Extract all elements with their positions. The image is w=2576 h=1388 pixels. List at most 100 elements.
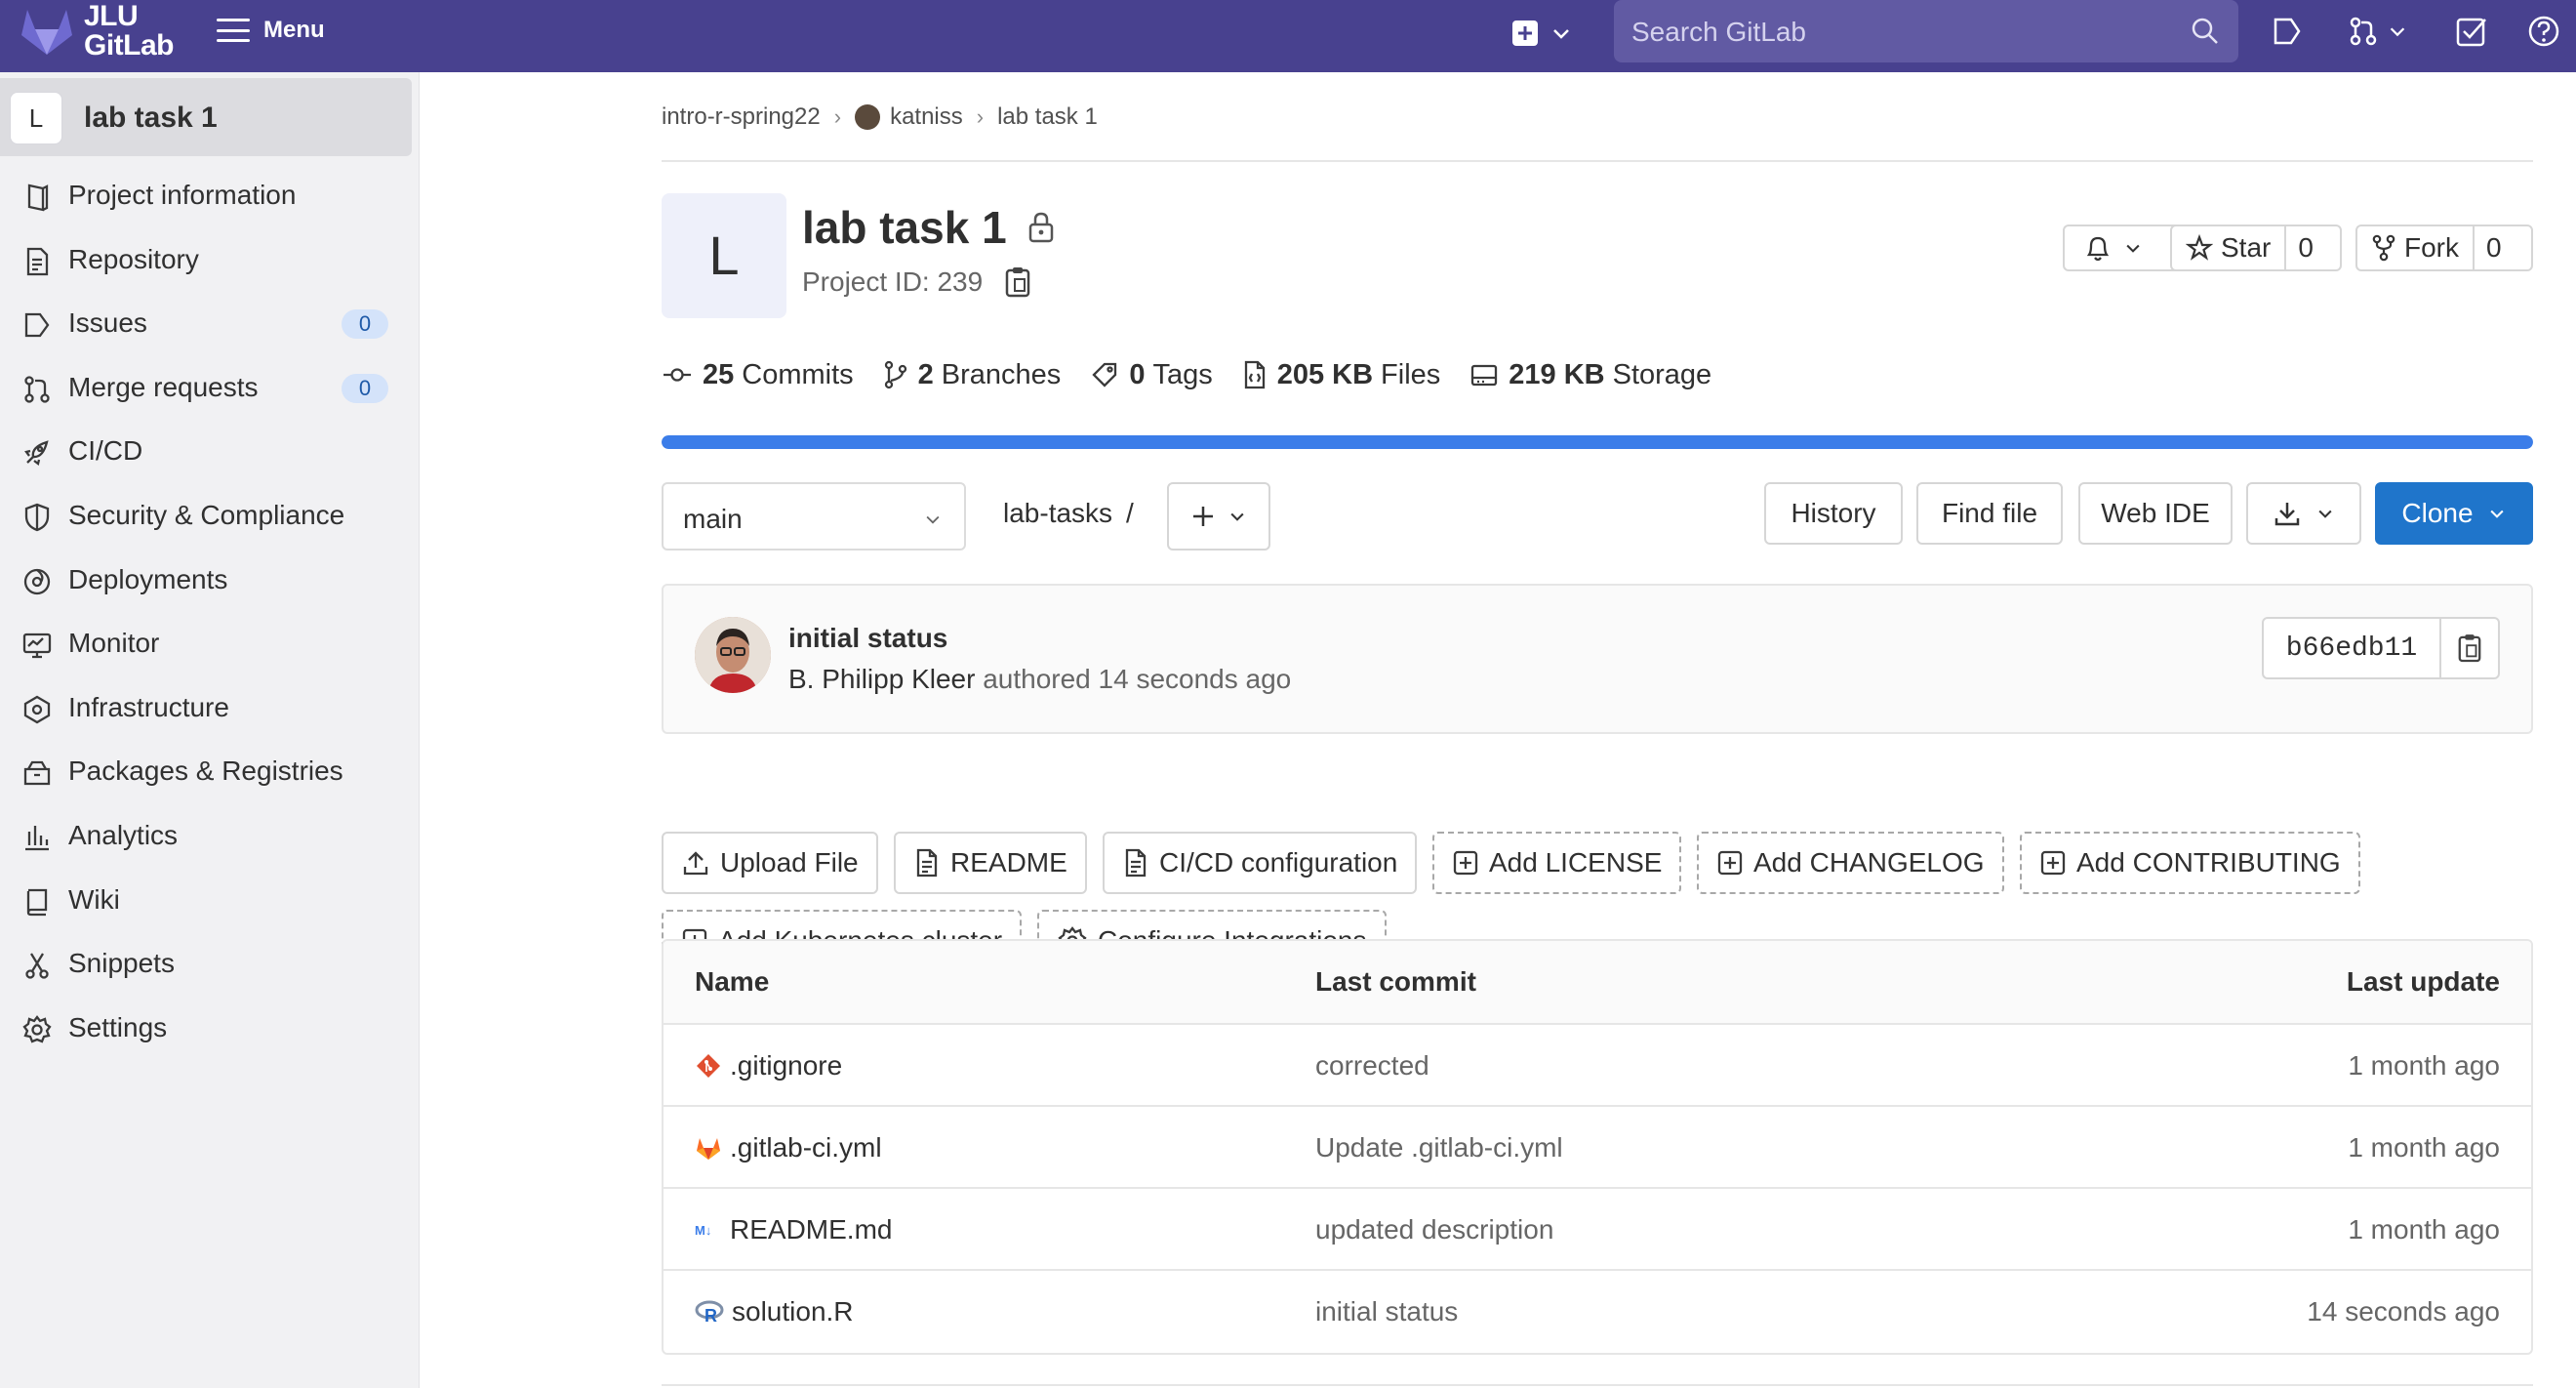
commit-icon — [662, 365, 703, 385]
table-row[interactable]: M↓ README.md updated description 1 month ag… — [664, 1189, 2531, 1271]
sidebar-item-ci-cd[interactable]: CI/CD — [0, 422, 420, 480]
commit-message[interactable]: initial status — [788, 623, 947, 654]
stat-commits[interactable]: 25 Commits — [662, 359, 854, 391]
breadcrumb-user[interactable]: katniss — [890, 103, 963, 131]
stat-branches[interactable]: 2 Branches — [883, 358, 1061, 391]
quick-action-label: Upload File — [720, 847, 859, 878]
help-topbar-button[interactable] — [2527, 14, 2560, 49]
gear-icon — [21, 1014, 53, 1045]
sidebar-item-infrastructure[interactable]: Infrastructure — [0, 678, 420, 737]
sidebar-item-label: Packages & Registries — [68, 755, 343, 787]
commit-meta: authored 14 seconds ago — [983, 664, 1292, 694]
plus-square-icon — [1452, 849, 1489, 877]
search-input[interactable]: Search GitLab — [1614, 0, 2238, 62]
file-name: .gitlab-ci.yml — [730, 1132, 882, 1163]
download-button[interactable] — [2246, 482, 2361, 545]
clone-button[interactable]: Clone — [2375, 482, 2533, 545]
sidebar-item-repository[interactable]: Repository — [0, 230, 420, 289]
file-last-update: 1 month ago — [2348, 1050, 2500, 1081]
sidebar-item-packages-registries[interactable]: Packages & Registries — [0, 742, 420, 800]
sidebar-item-label: Monitor — [68, 628, 160, 659]
copy-sha-button[interactable] — [2441, 619, 2498, 677]
history-button[interactable]: History — [1764, 482, 1903, 545]
file-last-commit[interactable]: Update .gitlab-ci.yml — [1315, 1132, 1563, 1163]
merge-requests-topbar-button[interactable] — [2348, 14, 2408, 49]
stat-label: Files — [1381, 358, 1441, 390]
table-row[interactable]: .gitlab-ci.yml Update .gitlab-ci.yml 1 mon… — [664, 1107, 2531, 1189]
commit-author[interactable]: B. Philipp Kleer — [788, 664, 975, 694]
file-name-cell[interactable]: Rsolution.R — [695, 1296, 854, 1327]
sidebar-item-settings[interactable]: Settings — [0, 999, 420, 1057]
breadcrumb-separator-icon: › — [976, 104, 985, 129]
file-last-commit[interactable]: initial status — [1315, 1296, 1458, 1327]
file-name-cell[interactable]: .gitlab-ci.yml — [695, 1132, 882, 1163]
add-changelog-button[interactable]: Add CHANGELOG — [1697, 832, 2004, 894]
file-tree-table: Name Last commit Last update .gitignore c… — [662, 939, 2533, 1355]
star-button[interactable]: Star 0 — [2170, 225, 2342, 271]
file-name: README.md — [730, 1214, 893, 1245]
branch-selector[interactable]: main — [662, 482, 966, 551]
shield-icon — [21, 502, 53, 533]
user-avatar — [855, 104, 881, 130]
page-title: lab task 1 — [802, 202, 1007, 253]
sidebar-item-label: Deployments — [68, 563, 228, 594]
repo-path: lab-tasks / — [1003, 498, 1134, 529]
stat-storage[interactable]: 219 KB Storage — [1469, 359, 1711, 391]
sidebar-item-label: CI/CD — [68, 435, 143, 467]
book-icon — [21, 886, 53, 918]
stat-value: 2 — [917, 358, 934, 390]
add-to-tree-button[interactable] — [1167, 482, 1270, 551]
sidebar-item-snippets[interactable]: Snippets — [0, 934, 420, 993]
commit-sha[interactable]: b66edb11 — [2264, 619, 2441, 677]
add-license-button[interactable]: Add LICENSE — [1432, 832, 1682, 894]
sidebar-item-issues[interactable]: Issues 0 — [0, 294, 420, 352]
gitlab-logo[interactable]: JLU GitLab — [20, 2, 205, 66]
sidebar-item-merge-requests[interactable]: Merge requests 0 — [0, 358, 420, 417]
col-header-name: Name — [695, 966, 770, 997]
stat-files[interactable]: 205 KB Files — [1242, 358, 1441, 391]
sidebar-item-project-information[interactable]: Project information — [0, 166, 420, 225]
web-ide-button[interactable]: Web IDE — [2078, 482, 2233, 545]
fork-button[interactable]: Fork 0 — [2355, 225, 2533, 271]
find-file-button[interactable]: Find file — [1916, 482, 2063, 545]
stat-label: Storage — [1612, 358, 1712, 390]
upload-file-button[interactable]: Upload File — [662, 832, 878, 894]
new-dropdown-button[interactable] — [1510, 16, 1573, 51]
storage-icon — [1469, 360, 1509, 389]
table-row[interactable]: Rsolution.R initial status 14 seconds ago — [664, 1271, 2531, 1353]
copy-clipboard-icon[interactable] — [1004, 265, 1031, 299]
sidebar-item-monitor[interactable]: Monitor — [0, 614, 420, 673]
divider — [662, 160, 2533, 162]
table-row[interactable]: .gitignore corrected 1 month ago — [664, 1025, 2531, 1107]
sidebar-item-label: Merge requests — [68, 371, 259, 402]
merge-request-icon — [21, 374, 53, 405]
logo-text-line1: JLU — [84, 0, 139, 32]
add-contributing-button[interactable]: Add CONTRIBUTING — [2020, 832, 2360, 894]
col-header-last-commit: Last commit — [1315, 966, 1476, 997]
stat-tags[interactable]: 0 Tags — [1090, 359, 1213, 391]
sidebar-item-label: Analytics — [68, 820, 179, 850]
file-last-update: 1 month ago — [2348, 1214, 2500, 1245]
sidebar-item-security-compliance[interactable]: Security & Compliance — [0, 486, 420, 545]
readme-button[interactable]: README — [894, 832, 1087, 894]
sidebar-item-analytics[interactable]: Analytics — [0, 806, 420, 865]
breadcrumb-project[interactable]: lab task 1 — [997, 103, 1098, 131]
path-segment[interactable]: lab-tasks — [1003, 498, 1112, 528]
file-name-cell[interactable]: M↓ README.md — [695, 1214, 892, 1245]
issues-topbar-button[interactable] — [2272, 14, 2303, 49]
package-icon — [21, 757, 53, 789]
file-name-cell[interactable]: .gitignore — [695, 1050, 842, 1082]
sidebar-item-wiki[interactable]: Wiki — [0, 871, 420, 929]
sidebar-item-deployments[interactable]: Deployments — [0, 551, 420, 609]
ci-cd-configuration-button[interactable]: CI/CD configuration — [1103, 832, 1418, 894]
breadcrumb-group[interactable]: intro-r-spring22 — [662, 103, 821, 131]
tanuki-icon — [21, 10, 72, 55]
star-count: 0 — [2298, 232, 2314, 263]
todos-topbar-button[interactable] — [2455, 14, 2488, 49]
menu-button[interactable]: Menu — [217, 14, 325, 47]
sidebar-project-header[interactable]: L lab task 1 — [0, 78, 412, 156]
file-last-commit[interactable]: updated description — [1315, 1214, 1553, 1245]
file-last-commit[interactable]: corrected — [1315, 1050, 1429, 1082]
divider — [662, 1384, 2533, 1386]
author-avatar[interactable] — [695, 617, 771, 693]
